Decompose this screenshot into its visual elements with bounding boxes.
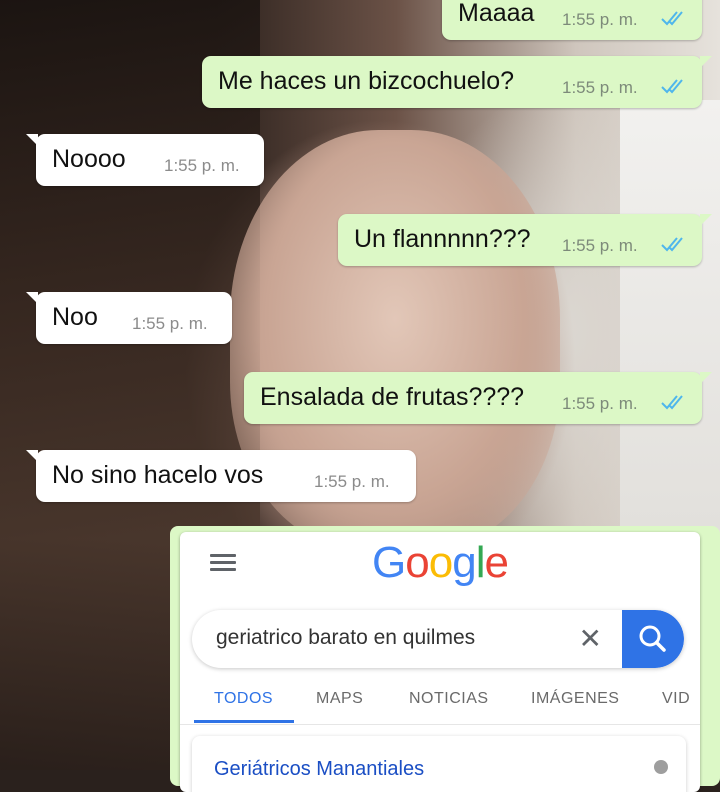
message-bubble-outgoing[interactable]: Un flannnnn??? 1:55 p. m. bbox=[338, 214, 712, 266]
message-bubble-incoming[interactable]: Noo 1:55 p. m. bbox=[26, 292, 232, 344]
tab-noticias[interactable]: NOTICIAS bbox=[409, 690, 489, 708]
message-bubble-outgoing[interactable]: Maaaa 1:55 p. m. bbox=[442, 0, 702, 40]
message-time: 1:55 p. m. bbox=[562, 78, 638, 97]
logo-letter: o bbox=[405, 538, 430, 587]
search-input[interactable]: geriatrico barato en quilmes bbox=[216, 626, 475, 650]
tab-maps[interactable]: MAPS bbox=[316, 690, 363, 708]
tab-todos[interactable]: TODOS bbox=[214, 690, 273, 708]
message-time: 1:55 p. m. bbox=[164, 156, 240, 175]
message-text: Me haces un bizcochuelo? bbox=[218, 67, 515, 95]
search-tabs: TODOS MAPS NOTICIAS IMÁGENES VID bbox=[180, 682, 700, 725]
message-text: Noo bbox=[52, 303, 98, 331]
message-bubble-incoming[interactable]: Noooo 1:55 p. m. bbox=[26, 134, 264, 186]
message-text: No sino hacelo vos bbox=[52, 461, 264, 489]
search-button[interactable] bbox=[622, 610, 684, 668]
google-search-screenshot[interactable]: Google geriatrico barato en quilmes ✕ TO… bbox=[180, 532, 700, 792]
message-bubble-outgoing[interactable]: Me haces un bizcochuelo? 1:55 p. m. bbox=[202, 56, 712, 108]
read-ticks-icon bbox=[661, 237, 683, 252]
hamburger-menu-icon[interactable] bbox=[210, 554, 236, 572]
message-text: Maaaa bbox=[458, 0, 535, 27]
search-bar[interactable]: geriatrico barato en quilmes ✕ bbox=[192, 610, 684, 668]
message-time: 1:55 p. m. bbox=[314, 472, 390, 491]
message-text: Noooo bbox=[52, 145, 126, 173]
tab-imagenes[interactable]: IMÁGENES bbox=[531, 690, 619, 708]
message-bubble-incoming[interactable]: No sino hacelo vos 1:55 p. m. bbox=[26, 450, 416, 502]
logo-letter: g bbox=[452, 538, 477, 587]
google-logo: Google bbox=[372, 538, 509, 588]
photo-wall bbox=[620, 100, 720, 530]
message-time: 1:55 p. m. bbox=[562, 10, 638, 29]
message-bubble-outgoing[interactable]: Ensalada de frutas???? 1:55 p. m. bbox=[244, 372, 712, 424]
logo-letter: e bbox=[484, 538, 509, 587]
more-options-icon[interactable] bbox=[654, 760, 668, 774]
logo-letter: l bbox=[475, 538, 486, 587]
read-ticks-icon bbox=[661, 79, 683, 94]
close-icon[interactable]: ✕ bbox=[579, 622, 602, 655]
active-tab-indicator bbox=[194, 720, 294, 723]
tab-videos[interactable]: VID bbox=[662, 690, 690, 708]
read-ticks-icon bbox=[661, 11, 683, 26]
logo-letter: o bbox=[428, 538, 454, 587]
message-text: Ensalada de frutas???? bbox=[260, 383, 525, 411]
message-time: 1:55 p. m. bbox=[132, 314, 208, 333]
search-result-card[interactable]: Geriátricos Manantiales bbox=[192, 736, 686, 792]
logo-letter: G bbox=[372, 538, 406, 587]
message-time: 1:55 p. m. bbox=[562, 236, 638, 255]
message-time: 1:55 p. m. bbox=[562, 394, 638, 413]
read-ticks-icon bbox=[661, 395, 683, 410]
message-text: Un flannnnn??? bbox=[354, 225, 531, 253]
search-icon bbox=[639, 625, 666, 652]
